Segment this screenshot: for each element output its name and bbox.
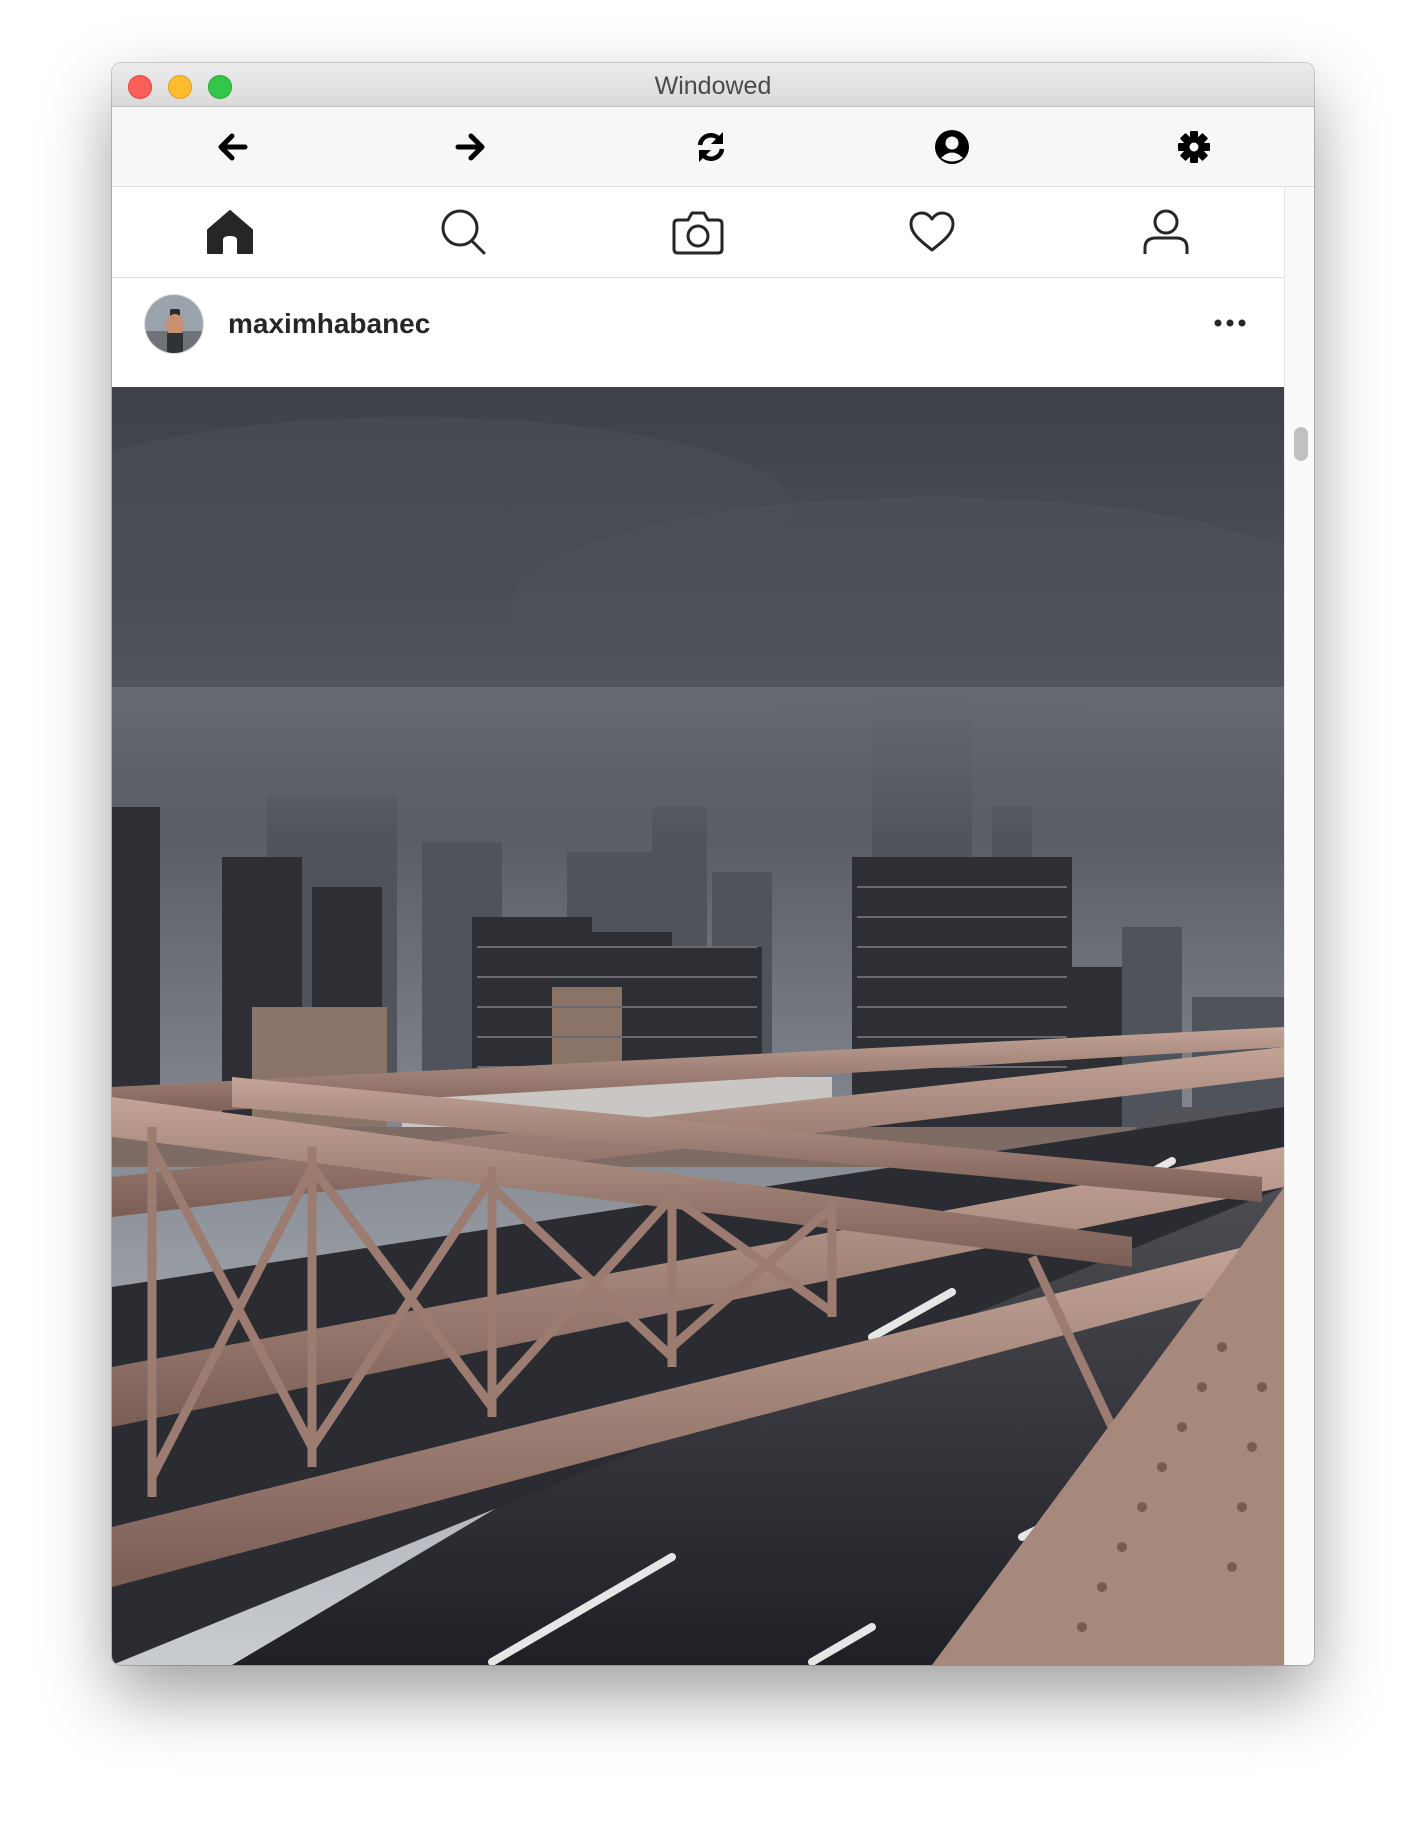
nav-camera[interactable] (672, 207, 724, 257)
nav-activity[interactable] (906, 207, 958, 257)
post-username[interactable]: maximhabanec (228, 308, 430, 340)
browser-toolbar (112, 107, 1314, 187)
scrollbar-thumb[interactable] (1294, 427, 1308, 461)
profile-icon (1143, 209, 1189, 254)
settings-button[interactable] (1172, 125, 1216, 169)
post-photo[interactable] (112, 387, 1284, 1665)
vertical-scrollbar[interactable] (1284, 187, 1314, 1665)
account-icon (935, 130, 969, 164)
nav-home[interactable] (204, 207, 256, 257)
window-title: Windowed (654, 72, 772, 100)
web-content: maximhabanec (112, 187, 1284, 1665)
camera-icon (672, 211, 724, 255)
refresh-button[interactable] (689, 125, 733, 169)
account-button[interactable] (930, 125, 974, 169)
more-dots-icon (1214, 319, 1246, 327)
avatar[interactable] (144, 294, 204, 354)
search-icon (441, 209, 486, 255)
nav-search[interactable] (437, 207, 489, 257)
title-bar[interactable]: Windowed (112, 63, 1314, 107)
back-arrow-icon (218, 133, 248, 161)
nav-profile[interactable] (1140, 207, 1192, 257)
post-options-button[interactable] (1210, 308, 1250, 338)
app-nav-bar (112, 187, 1284, 278)
refresh-icon (697, 132, 725, 162)
forward-arrow-icon (455, 133, 485, 161)
heart-icon (909, 211, 955, 252)
home-icon (207, 210, 253, 254)
gear-icon (1178, 131, 1210, 163)
forward-button[interactable] (449, 125, 493, 169)
back-button[interactable] (210, 125, 254, 169)
app-window: Windowed maximhabanec (112, 63, 1314, 1665)
post-header: maximhabanec (112, 278, 1284, 386)
